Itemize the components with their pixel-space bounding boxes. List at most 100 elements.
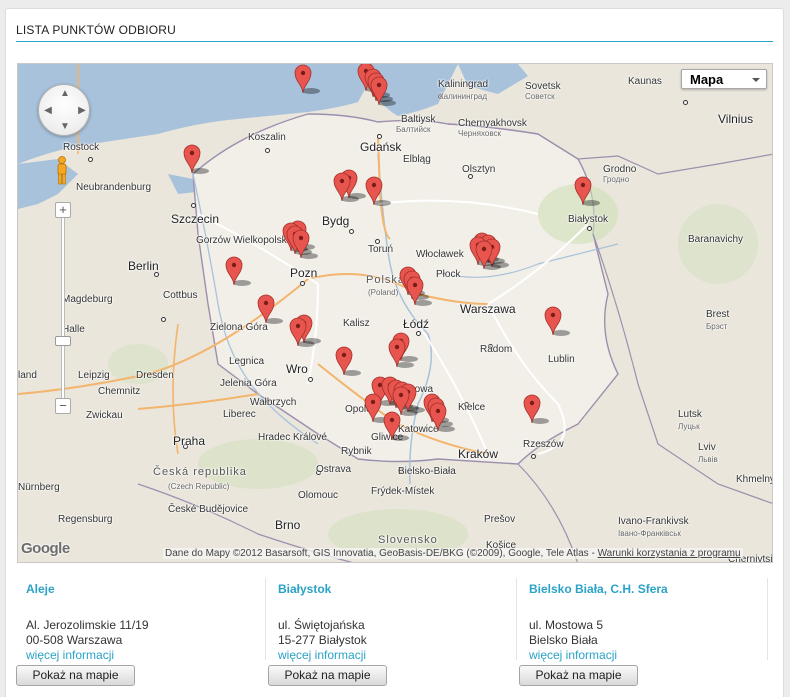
zoom-in-icon[interactable]: +	[55, 202, 71, 218]
zoom-slider-thumb[interactable]	[55, 336, 71, 346]
show-on-map-button[interactable]: Pokaż na mapie	[268, 665, 387, 686]
map-label: Vilnius	[718, 112, 754, 126]
map-pin-icon[interactable]	[429, 402, 455, 432]
location-city: Bielsko Biała	[529, 633, 598, 647]
zoom-slider-track[interactable]	[61, 212, 65, 408]
terms-link[interactable]: Warunki korzystania z programu	[598, 548, 741, 559]
map-label: Halle	[62, 324, 85, 335]
chevron-down-icon	[752, 78, 760, 82]
pan-control-icon[interactable]: ▲ ▼ ◀ ▶	[38, 84, 90, 136]
city-dot	[88, 157, 93, 162]
map-label: Baltiysk	[401, 114, 436, 125]
city-dot	[377, 134, 382, 139]
map-pin-icon[interactable]	[364, 393, 390, 423]
map-pin-icon[interactable]	[289, 317, 315, 347]
map-label: Hradec Králové	[258, 432, 327, 443]
map-pin-icon[interactable]	[365, 176, 391, 206]
map-label: Białystok	[568, 214, 609, 225]
show-on-map-button[interactable]: Pokaż na mapie	[519, 665, 638, 686]
map-viewport[interactable]: Kaliningrad Калининград Sovetsk Советск …	[17, 63, 773, 563]
map-label: Wro	[286, 362, 308, 376]
map-pin-icon[interactable]	[294, 64, 320, 94]
map-pin-icon[interactable]	[523, 394, 549, 424]
map-label: Baranavichy	[688, 234, 744, 245]
pan-right-icon[interactable]: ▶	[75, 104, 89, 118]
map-label: Івано-Франківськ	[618, 529, 681, 538]
more-info-link[interactable]: więcej informacji	[26, 648, 114, 662]
zoom-out-icon[interactable]: −	[55, 398, 71, 414]
pan-up-icon[interactable]: ▲	[58, 87, 72, 101]
map-pin-icon[interactable]	[370, 76, 396, 106]
map-label: Szczecin	[171, 212, 220, 226]
map-label: Slovensko	[378, 534, 438, 546]
map-label: Ivano-Frankivsk	[618, 516, 689, 527]
map-pin-icon[interactable]	[257, 294, 283, 324]
map-label: Советск	[525, 92, 555, 101]
map-pin-icon[interactable]	[225, 256, 251, 286]
map-label: Grodno	[603, 164, 637, 175]
map-label: Neubrandenburg	[76, 182, 152, 193]
attribution-text: Dane do Mapy ©2012 Basarsoft, GIS Innova…	[165, 548, 598, 559]
location-divider	[265, 578, 266, 660]
map-pin-icon[interactable]	[183, 144, 209, 174]
city-dot	[683, 100, 688, 105]
map-label: Черняховск	[458, 129, 501, 138]
map-pin-icon[interactable]	[544, 306, 570, 336]
map-label: Brno	[275, 518, 301, 532]
map-label: Kielce	[458, 402, 486, 413]
show-on-map-button[interactable]: Pokaż na mapie	[16, 665, 135, 686]
map-label: Rzeszów	[523, 439, 564, 450]
location-name[interactable]: Białystok	[278, 582, 331, 596]
location-divider	[516, 578, 517, 660]
map-label: Chernyakhovsk	[458, 118, 527, 129]
pegman-icon[interactable]	[54, 156, 70, 186]
map-pin-icon[interactable]	[388, 338, 414, 368]
pan-down-icon[interactable]: ▼	[58, 120, 72, 134]
location-street: ul. Mostowa 5	[529, 618, 604, 632]
map-label: Warszawa	[460, 302, 516, 316]
map-label: Гродно	[603, 175, 630, 184]
map-label: Rybnik	[341, 446, 372, 457]
location-name[interactable]: Bielsko Biała, C.H. Sfera	[529, 582, 668, 596]
location-name[interactable]: Aleje	[26, 582, 55, 596]
location-street: Al. Jerozolimskie 11/19	[26, 618, 149, 632]
location-street: ul. Świętojańska	[278, 618, 365, 632]
map-label: (Czech Republic)	[168, 482, 230, 491]
more-info-link[interactable]: więcej informacji	[529, 648, 617, 662]
map-pin-icon[interactable]	[333, 172, 359, 202]
map-pin-icon[interactable]	[406, 276, 432, 306]
map-label: Khmelnyts	[736, 474, 772, 485]
map-type-selector[interactable]: Mapa	[681, 69, 767, 89]
map-label: Jelenia Góra	[220, 378, 277, 389]
map-label: České Budějovice	[168, 504, 249, 515]
map-label: Praha	[173, 434, 206, 448]
pan-left-icon[interactable]: ◀	[41, 104, 55, 118]
location-card: Aleje Al. Jerozolimskie 11/19 00-508 War…	[16, 578, 261, 688]
map-pin-icon[interactable]	[574, 176, 600, 206]
map-pin-icon[interactable]	[383, 411, 409, 441]
map-label: Regensburg	[58, 514, 113, 525]
city-dot	[191, 203, 196, 208]
map-label: Pozn	[290, 266, 318, 280]
map-label: Płock	[436, 269, 461, 280]
map-label: Berlin	[128, 259, 159, 273]
map-label: Калининград	[439, 92, 488, 101]
city-dot	[300, 281, 305, 286]
location-city: 00-508 Warszawa	[26, 633, 123, 647]
map-label: Česká republika	[153, 466, 247, 478]
map-label: Radom	[480, 344, 513, 355]
map-label: Lutsk	[678, 409, 702, 420]
more-info-link[interactable]: więcej informacji	[278, 648, 366, 662]
map-label: Włocławek	[416, 249, 464, 260]
map-pin-icon[interactable]	[292, 229, 318, 259]
map-label: Cottbus	[163, 290, 198, 301]
city-dot	[308, 377, 313, 382]
map-pin-icon[interactable]	[475, 240, 501, 270]
location-card: Bielsko Biała, C.H. Sfera ul. Mostowa 5 …	[519, 578, 764, 688]
location-card: Białystok ul. Świętojańska 15-277 Białys…	[268, 578, 513, 688]
section-title: LISTA PUNKTÓW ODBIORU	[16, 23, 176, 37]
map-label: Liberec	[223, 409, 256, 420]
map-label: Kaunas	[628, 76, 662, 87]
map-pin-icon[interactable]	[335, 346, 361, 376]
map-label: Gdańsk	[360, 140, 402, 154]
